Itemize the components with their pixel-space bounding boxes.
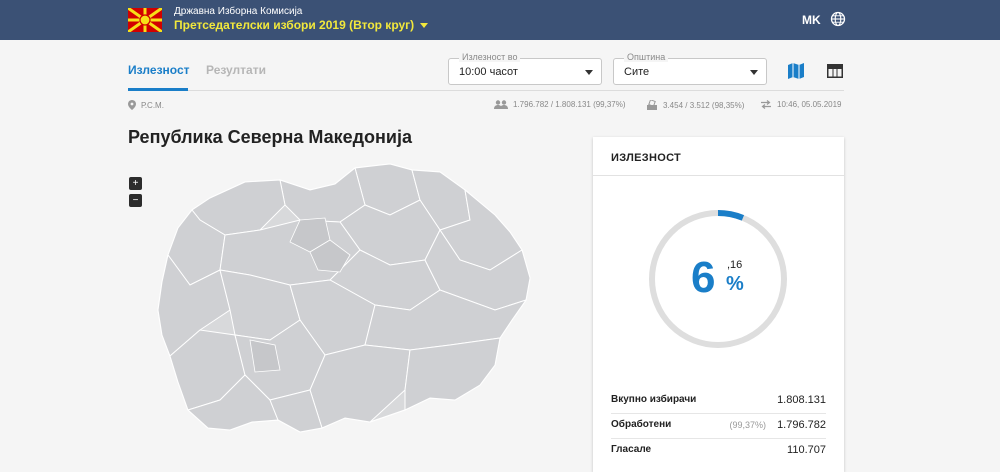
municipality-value: Сите [624,66,650,78]
turnout-time-label: Излезност во [459,52,521,62]
location-pin-icon [128,100,136,110]
voters-text: 1.796.782 / 1.808.131 (99,37%) [513,100,626,109]
turnout-card-title: ИЗЛЕЗНОСТ [611,152,682,164]
stations-info: 3.454 / 3.512 (98,35%) [646,100,744,110]
total-voters-value: 1.808.131 [777,394,826,406]
tab-results[interactable]: Резултати [206,63,266,77]
stat-row-processed: Обработени (99,37%) 1.796.782 [611,419,826,443]
region-title: Република Северна Македонија [128,127,412,147]
row-divider [611,438,826,439]
globe-icon[interactable] [830,11,846,27]
tab-turnout[interactable]: Излезност [128,63,190,77]
ballot-box-icon [647,100,657,110]
voted-value: 110.707 [787,444,826,456]
macedonia-flag-logo [128,8,162,32]
municipality-map[interactable] [150,160,550,435]
stat-row-voted: Гласале 110.707 [611,444,826,468]
processed-value: 1.796.782 [777,419,826,431]
municipality-label: Општина [624,52,669,62]
voters-info: 1.796.782 / 1.808.131 (99,37%) [494,100,626,109]
caret-down-icon [585,70,593,75]
turnout-gauge [649,210,787,348]
card-divider [593,175,844,176]
turnout-percent-integer: 6 [691,253,716,302]
location-text: Р.С.М. [141,100,164,110]
election-selector[interactable]: Претседателски избори 2019 (Втор круг) [174,18,429,32]
zoom-out-button[interactable]: − [129,194,142,207]
sync-arrows-icon [761,100,771,109]
election-name: Претседателски избори 2019 (Втор круг) [174,18,415,32]
map-region[interactable] [404,337,501,411]
active-tab-indicator [128,88,188,91]
processed-percent: (99,37%) [729,420,766,430]
location-info: Р.С.М. [128,100,164,110]
voted-label: Гласале [611,444,652,455]
total-voters-label: Вкупно избирачи [611,394,697,405]
row-divider [611,413,826,414]
updated-text: 10:46, 05.05.2019 [777,100,842,109]
zoom-in-button[interactable]: + [129,177,142,190]
stations-text: 3.454 / 3.512 (98,35%) [663,100,745,110]
turnout-percent-decimal: ,16 [727,259,743,271]
stat-row-total-voters: Вкупно избирачи 1.808.131 [611,394,826,418]
top-bar: Државна Изборна Комисија Претседателски … [0,0,1000,40]
table-icon[interactable] [825,61,845,81]
turnout-time-select[interactable]: Излезност во 10:00 часот [448,52,602,85]
turnout-card: ИЗЛЕЗНОСТ 6 ,16 % Вкупно избирачи 1.808.… [593,137,844,472]
municipality-select[interactable]: Општина Сите [613,52,767,85]
language-button[interactable]: MK [802,13,821,27]
people-icon [494,100,508,109]
updated-info: 10:46, 05.05.2019 [760,100,842,109]
caret-down-icon [420,22,429,28]
processed-label: Обработени [611,419,672,430]
map-region[interactable] [309,344,411,429]
map-icon[interactable] [786,61,806,81]
caret-down-icon [750,70,758,75]
turnout-time-value: 10:00 часот [459,66,518,78]
turnout-percent-sign: % [726,273,744,295]
tabs-divider [128,90,844,91]
org-name: Државна Изборна Комисија [174,6,303,17]
